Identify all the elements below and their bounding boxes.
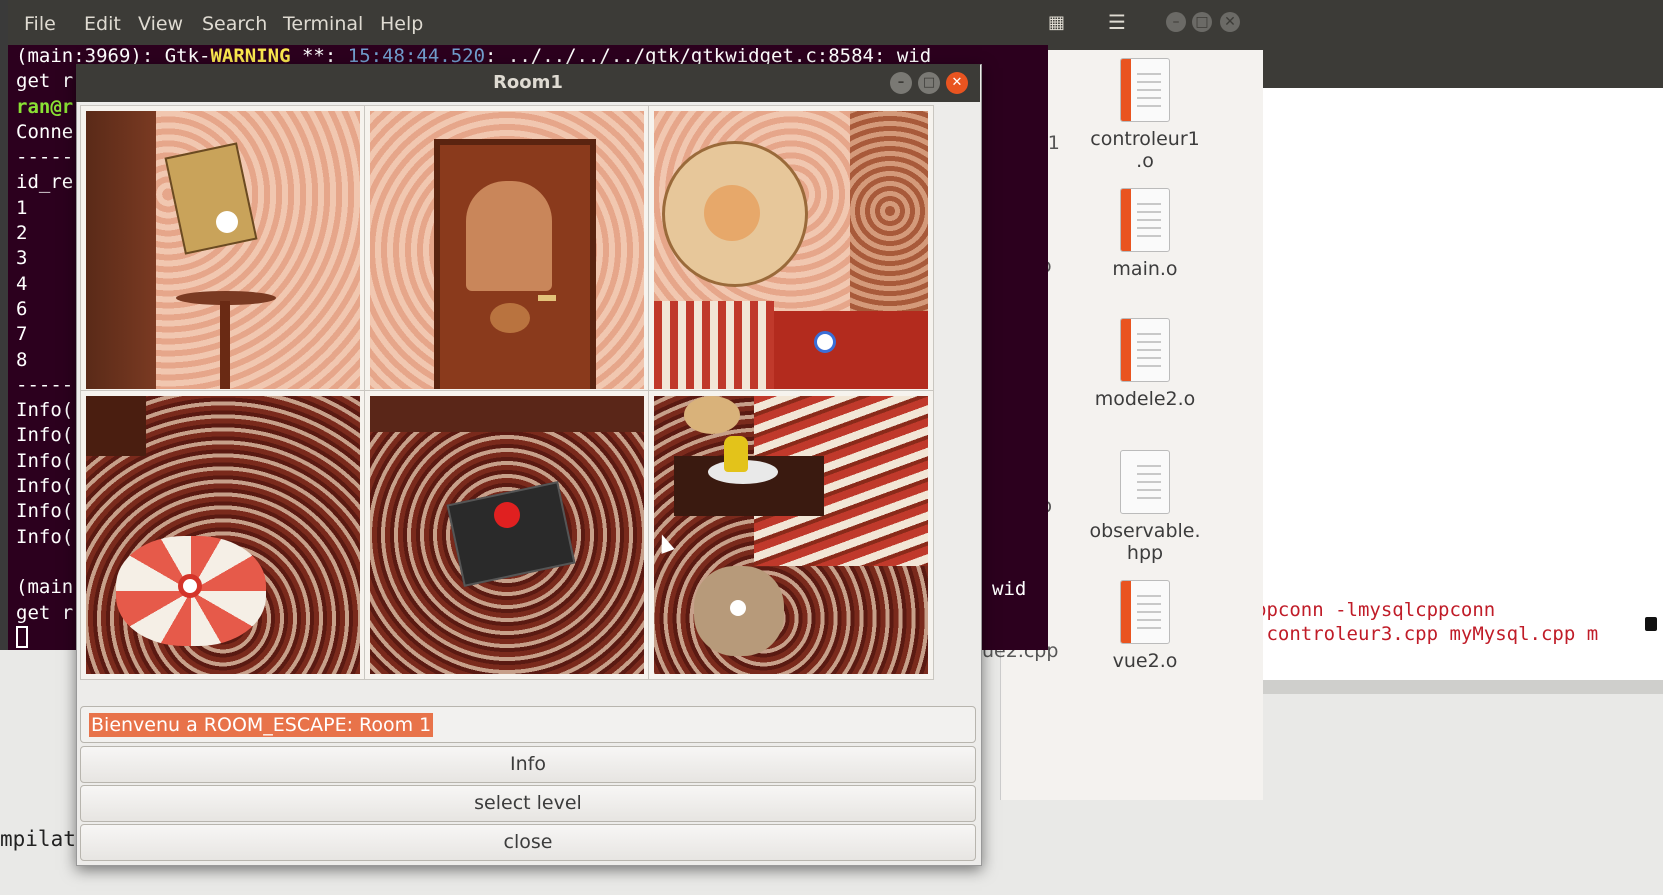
carpet-box-image [86, 396, 360, 674]
select-level-button[interactable]: select level [80, 785, 976, 822]
file-item[interactable]: observable. hpp [1080, 450, 1210, 564]
dialog-close-icon[interactable]: ✕ [946, 72, 968, 94]
room-tile-box[interactable] [80, 390, 366, 680]
terminal-text: 4 [16, 272, 28, 295]
poster-desk-image [86, 111, 360, 389]
menu-edit[interactable]: Edit [84, 13, 121, 35]
clock-sofa-image [654, 111, 928, 389]
terminal-text: ran@r [16, 95, 74, 118]
door-image [370, 111, 644, 389]
file-manager-header: ▦ ☰ – □ ✕ [1048, 0, 1263, 50]
menu-icon[interactable]: ☰ [1108, 10, 1132, 34]
sofa-teddy-image [654, 396, 928, 674]
terminal-fragment: wid [992, 578, 1027, 600]
menu-search[interactable]: Search [202, 13, 267, 35]
room-tile-poster[interactable] [80, 105, 366, 395]
terminal-text: Info( [16, 424, 74, 447]
terminal-text: 1 [16, 196, 28, 219]
terminal-text: get r [16, 70, 74, 93]
editor-line-1: ppconn -lmysqlcppconn [1255, 599, 1496, 621]
file-item[interactable]: controleur1 .o [1080, 58, 1210, 172]
room-tile-clock[interactable] [648, 105, 934, 395]
dialog-titlebar: Room1 – □ ✕ [76, 64, 980, 102]
file-name: main.o [1112, 258, 1178, 280]
message-text: Bienvenu a ROOM_ESCAPE: Room 1 [89, 713, 434, 737]
terminal-text: id_re [16, 171, 74, 194]
file-name: observable. hpp [1089, 520, 1201, 564]
menu-view[interactable]: View [138, 13, 183, 35]
terminal-text: 3 [16, 247, 28, 270]
editor-text-fragment: mpilat [0, 827, 76, 851]
menu-help[interactable]: Help [380, 13, 423, 35]
close-icon[interactable]: ✕ [1220, 12, 1240, 32]
file-icon [1120, 188, 1170, 252]
terminal-text: 7 [16, 323, 28, 346]
terminal-text: Info( [16, 449, 74, 472]
terminal-text: (main [16, 576, 74, 599]
menu-terminal[interactable]: Terminal [283, 13, 363, 35]
message-field[interactable]: Bienvenu a ROOM_ESCAPE: Room 1 [80, 706, 976, 743]
room-tile-teddy[interactable] [648, 390, 934, 680]
terminal-text: 2 [16, 222, 28, 245]
file-item[interactable]: main.o [1080, 188, 1210, 280]
terminal-text: get r [16, 601, 74, 624]
file-icon [1120, 318, 1170, 382]
terminal-text: Info( [16, 399, 74, 422]
terminal-text: ----- [16, 373, 74, 396]
file-name: modele2.o [1094, 388, 1196, 410]
terminal-text: Info( [16, 525, 74, 548]
dialog-title: Room1 [493, 72, 563, 93]
editor-code: ppconn -lmysqlcppconn controleur3.cpp my… [1255, 599, 1599, 647]
terminal-text: 8 [16, 348, 28, 371]
file-name: vue2.o [1112, 650, 1178, 672]
maximize-icon[interactable]: □ [1192, 12, 1212, 32]
terminal-cursor [16, 626, 28, 648]
editor-line-2: controleur3.cpp myMysql.cpp m [1255, 623, 1599, 645]
dialog-maximize-icon[interactable]: □ [918, 72, 940, 94]
cursor-marker-icon [1645, 617, 1657, 631]
file-icon [1120, 58, 1170, 122]
file-icon [1120, 450, 1170, 514]
file-item[interactable]: vue2.o [1080, 580, 1210, 672]
file-item[interactable]: modele2.o [1080, 318, 1210, 410]
editor-scrollbar[interactable] [1255, 680, 1663, 694]
terminal-text: 6 [16, 297, 28, 320]
terminal-text: Info( [16, 475, 74, 498]
menu-file[interactable]: File [24, 13, 56, 35]
close-button[interactable]: close [80, 824, 976, 861]
room-tile-door[interactable] [364, 105, 650, 395]
terminal-text: ----- [16, 146, 74, 169]
file-icon [1120, 580, 1170, 644]
view-toggle-icon[interactable]: ▦ [1048, 12, 1072, 34]
terminal-text: Conne [16, 120, 74, 143]
terminal-menubar: File Edit View Search Terminal Help [8, 0, 1048, 45]
dialog-minimize-icon[interactable]: – [890, 72, 912, 94]
file-name: controleur1 .o [1090, 128, 1200, 172]
minimize-icon[interactable]: – [1166, 12, 1186, 32]
info-button[interactable]: Info [80, 746, 976, 783]
carpet-keypad-image [370, 396, 644, 674]
terminal-text: Info( [16, 500, 74, 523]
room-tile-keypad[interactable] [364, 390, 650, 680]
